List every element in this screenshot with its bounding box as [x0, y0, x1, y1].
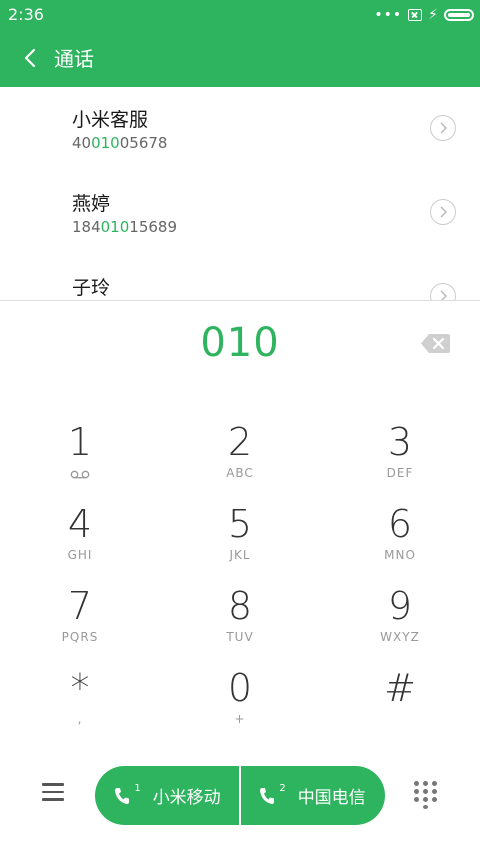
- key-7[interactable]: 7 PQRS: [20, 584, 140, 666]
- key-digit: #: [384, 666, 416, 710]
- key-digit: 5: [227, 502, 253, 546]
- contact-number: 4001005678: [72, 134, 168, 152]
- app-bar: 通话: [0, 30, 480, 87]
- chevron-left-icon[interactable]: [20, 47, 42, 69]
- key-star[interactable]: * ,: [20, 666, 140, 748]
- key-letters: ABC: [226, 466, 254, 480]
- key-digit: 6: [387, 502, 413, 546]
- key-9[interactable]: 9 WXYZ: [340, 584, 460, 666]
- key-letters: DEF: [386, 466, 414, 480]
- key-digit: *: [70, 666, 90, 710]
- charging-icon: ⚡: [428, 7, 438, 23]
- sim1-carrier-label: 小米移动: [152, 788, 221, 808]
- contact-name: 燕婷: [72, 193, 111, 215]
- contact-name: 小米客服: [72, 109, 149, 131]
- dialpad-icon[interactable]: [414, 781, 438, 809]
- contact-row[interactable]: 小米客服 4001005678: [0, 87, 480, 171]
- key-pound[interactable]: #: [340, 666, 460, 748]
- key-digit: 3: [387, 420, 413, 464]
- phone-icon: [115, 787, 130, 804]
- divider: [0, 300, 480, 301]
- key-letters: ,: [77, 712, 83, 726]
- page-title: 通话: [54, 47, 94, 71]
- phone-icon: [260, 787, 275, 804]
- contact-name: 子玲: [72, 277, 111, 299]
- key-digit: 8: [227, 584, 253, 628]
- sim-number: 2: [279, 783, 286, 794]
- key-0[interactable]: 0 +: [180, 666, 300, 748]
- key-1[interactable]: 1: [20, 420, 140, 502]
- key-letters: JKL: [229, 548, 251, 562]
- contact-row[interactable]: 燕婷 18401015689: [0, 171, 480, 255]
- call-sim1-button[interactable]: 1 小米移动: [95, 766, 240, 825]
- contact-suggestion-list: 小米客服 4001005678 燕婷 18401015689 子玲: [0, 87, 480, 300]
- contact-detail-button[interactable]: [430, 199, 456, 225]
- key-5[interactable]: 5 JKL: [180, 502, 300, 584]
- matched-digits: 010: [100, 218, 130, 236]
- matched-digits: 010: [91, 134, 120, 152]
- key-digit: 0: [227, 666, 253, 710]
- menu-icon[interactable]: [42, 783, 64, 803]
- no-sim-icon: [408, 9, 423, 21]
- key-6[interactable]: 6 MNO: [340, 502, 460, 584]
- status-bar: 2:36 ••• ⚡: [0, 0, 480, 30]
- key-letters: PQRS: [61, 630, 99, 644]
- key-letters: +: [234, 712, 246, 726]
- contact-number: 18401015689: [72, 218, 177, 236]
- contact-detail-button[interactable]: [430, 283, 456, 300]
- status-icons: ••• ⚡: [374, 6, 474, 24]
- key-4[interactable]: 4 GHI: [20, 502, 140, 584]
- chevron-right-icon: [440, 122, 448, 134]
- dialed-number-display[interactable]: 010: [0, 320, 480, 366]
- key-digit: 9: [387, 584, 413, 628]
- key-letters: MNO: [384, 548, 416, 562]
- call-sim2-button[interactable]: 2 中国电信: [240, 766, 385, 825]
- call-button-group: 1 小米移动 2 中国电信: [95, 766, 385, 825]
- sim2-carrier-label: 中国电信: [297, 788, 366, 808]
- key-digit: 7: [67, 584, 93, 628]
- key-digit: 4: [67, 502, 93, 546]
- key-8[interactable]: 8 TUV: [180, 584, 300, 666]
- chevron-right-icon: [440, 290, 448, 300]
- voicemail-icon: [70, 470, 90, 479]
- backspace-icon[interactable]: [420, 333, 450, 354]
- key-2[interactable]: 2 ABC: [180, 420, 300, 502]
- chevron-right-icon: [440, 206, 448, 218]
- key-digit: 1: [67, 420, 93, 464]
- notification-dots-icon: •••: [374, 7, 403, 23]
- contact-detail-button[interactable]: [430, 115, 456, 141]
- key-digit: 2: [227, 420, 253, 464]
- status-time: 2:36: [8, 5, 44, 24]
- key-letters: WXYZ: [380, 630, 420, 644]
- key-3[interactable]: 3 DEF: [340, 420, 460, 502]
- key-letters: TUV: [226, 630, 254, 644]
- key-letters: [340, 712, 460, 728]
- contact-row[interactable]: 子玲: [0, 255, 480, 300]
- key-letters: GHI: [67, 548, 93, 562]
- battery-icon: [444, 9, 474, 21]
- sim-number: 1: [134, 783, 141, 794]
